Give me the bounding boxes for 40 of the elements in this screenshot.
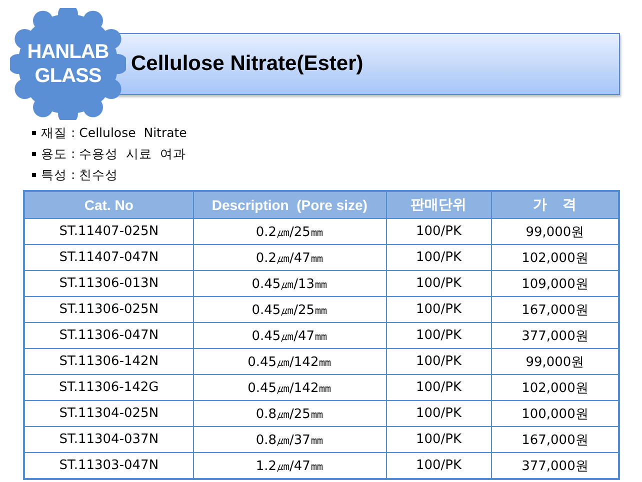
table-cell: ST.11306-047N: [24, 322, 194, 348]
table-cell: 0.45㎛/47㎜: [193, 322, 386, 348]
table-cell: ST.11407-047N: [24, 244, 194, 270]
table-cell: 100/PK: [386, 348, 492, 374]
logo-text: GLASS: [34, 64, 102, 88]
table-cell: 0.45㎛/142㎜: [193, 348, 386, 374]
spec-text: 특성 : 친수성: [41, 166, 118, 184]
table-cell: ST.11306-142G: [24, 374, 194, 400]
spec-text: 재질 : Cellulose Nitrate: [41, 124, 187, 142]
column-header: Description (Pore size): [193, 191, 386, 218]
table-cell: ST.11304-025N: [24, 400, 194, 426]
table-cell: 0.45㎛/13㎜: [193, 270, 386, 296]
table-cell: 100/PK: [386, 400, 492, 426]
table-cell: 0.2㎛/47㎜: [193, 244, 386, 270]
table-cell: 0.45㎛/142㎜: [193, 374, 386, 400]
table-cell: 100/PK: [386, 374, 492, 400]
table-cell: 100/PK: [386, 218, 492, 244]
table-cell: 100/PK: [386, 426, 492, 452]
table-cell: 0.8㎛/25㎜: [193, 400, 386, 426]
column-header: 판매단위: [386, 191, 492, 218]
page-title: Cellulose Nitrate(Ester): [131, 52, 364, 76]
column-header: 가 격: [491, 191, 619, 218]
spec-text: 용도 : 수용성 시료 여과: [41, 145, 186, 163]
table-cell: 100/PK: [386, 270, 492, 296]
bullet-icon: [32, 173, 36, 177]
bullet-icon: [32, 131, 36, 135]
table-cell: ST.11407-025N: [24, 218, 194, 244]
column-header: Cat. No: [24, 191, 194, 218]
table-cell: 100/PK: [386, 322, 492, 348]
bullet-icon: [32, 152, 36, 156]
table-cell: ST.11306-013N: [24, 270, 194, 296]
table-cell: 100/PK: [386, 244, 492, 270]
table-cell: ST.11306-025N: [24, 296, 194, 322]
table-cell: 0.45㎛/25㎜: [193, 296, 386, 322]
logo-text: HANLAB: [27, 40, 109, 64]
table-cell: ST.11306-142N: [24, 348, 194, 374]
table-cell: ST.11304-037N: [24, 426, 194, 452]
table-cell: 100/PK: [386, 296, 492, 322]
table-cell: 0.2㎛/25㎜: [193, 218, 386, 244]
table-cell: 0.8㎛/37㎜: [193, 426, 386, 452]
